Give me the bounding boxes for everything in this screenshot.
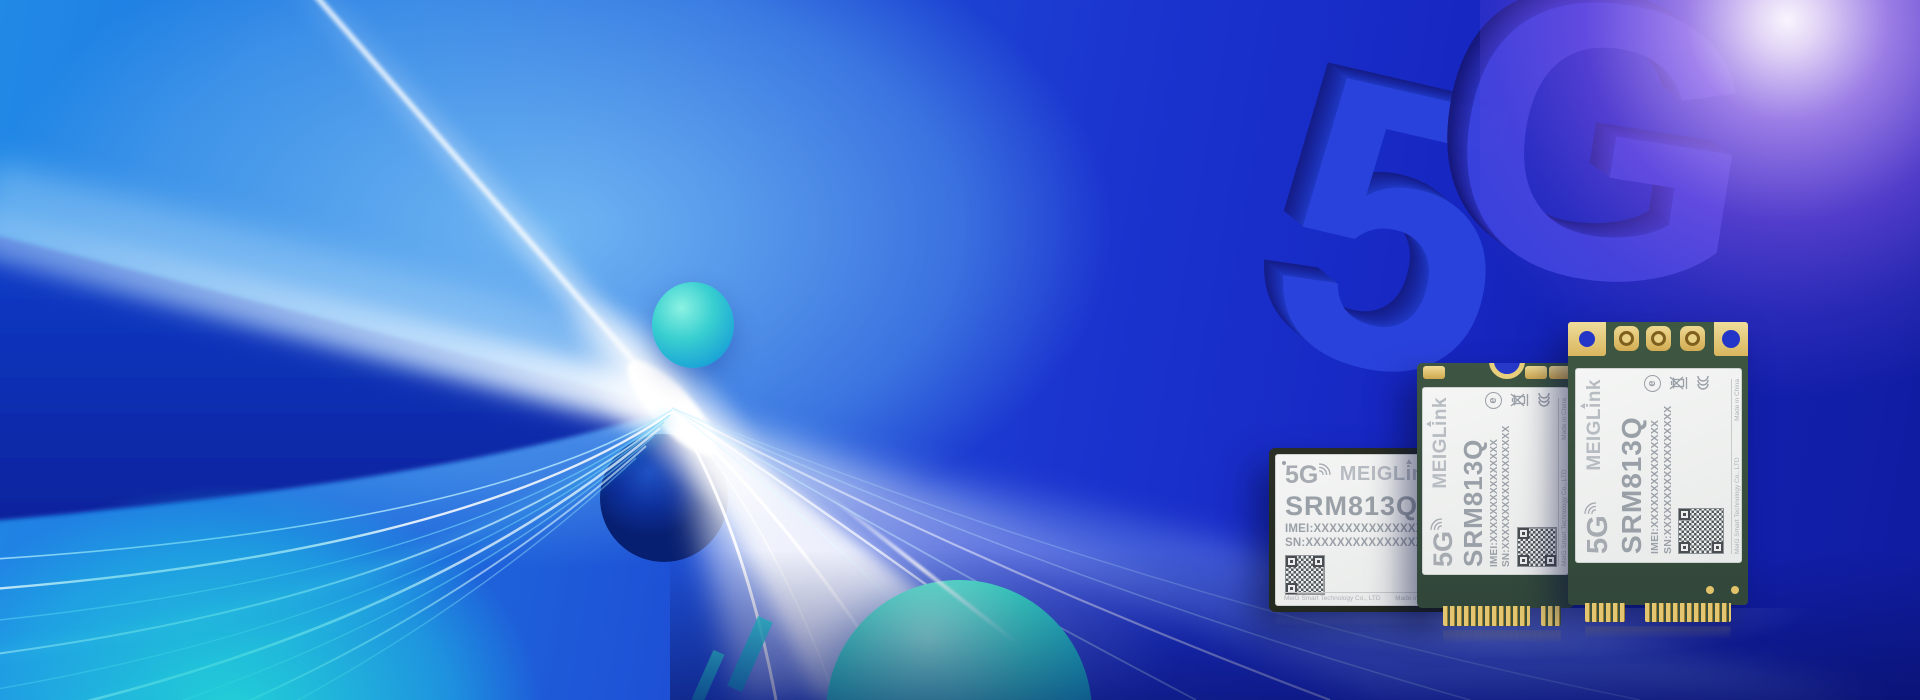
brand-logo-text: MEIGLink [1584,379,1605,471]
antenna-connector-icon [1680,326,1705,351]
5g-badge: 5G [1584,499,1613,554]
imei-line: IMEI:XXXXXXXXXXXXXXX [1489,397,1501,567]
qr-code [1678,508,1724,554]
5g-badge-text: 5G [1285,463,1318,488]
qr-finder-icon [1679,509,1690,520]
model-number: SRM813Q [1285,493,1436,520]
edge-connector [1541,606,1561,626]
edge-connector [1645,603,1731,622]
hero-banner: 5 G [0,0,1920,700]
weee-bin-icon [1510,394,1529,408]
model-number: SRM813Q [1618,379,1646,554]
5g-badge-text: 5G [1584,515,1613,554]
module-mini-pcie: 5G MEIGLink SRM813Q IMEI:XXXXXXXX [1568,322,1748,605]
company-name: MeiG Smart Technology Co., LTD [1561,469,1568,566]
sn-line: SN:XXXXXXXXXXXXXXXXXX [1285,537,1436,551]
5g-badge: 5G [1285,463,1334,488]
antenna-mark-icon [1426,421,1431,427]
qr-finder-icon [1286,556,1297,567]
qr-finder-icon [1518,555,1529,566]
signal-waves-icon [1319,460,1334,475]
5g-badge-text: 5G [1430,531,1457,567]
qr-finder-icon [1545,555,1556,566]
screw-hole-icon [1579,331,1595,347]
imei-line: IMEI:XXXXXXXXXXXXXXX [1649,379,1662,554]
certification-icons: e [1644,374,1710,393]
module-label: 5G MEIGLink SRM813Q IMEI:XXXXXXXX [1422,387,1569,575]
pin1-dot-icon [1282,461,1286,465]
made-in-label: Made in China [1734,379,1741,421]
signal-waves-icon [1427,515,1442,530]
edge-connector [1443,606,1530,626]
brand-logo: MEIGLink [1431,397,1451,489]
teal-sphere-small [652,282,734,368]
mount-pad [1714,322,1748,356]
reflection-lga [1275,614,1446,628]
screw-notch-icon [1489,363,1525,379]
brand-logo-text: MEIGLink [1430,397,1451,489]
qr-finder-icon [1313,556,1324,567]
qr-finder-icon [1679,542,1690,553]
emark-icon: e [1485,392,1502,409]
certification-icons: e [1485,391,1551,410]
qr-code [1517,527,1557,567]
model-number: SRM813Q [1460,397,1486,567]
mount-pad [1568,322,1606,356]
module-label: 5G MEIGLink SRM813Q IMEI:XXXXXXXX [1575,368,1742,563]
brand-logo: MEIGLink [1585,379,1605,471]
qr-finder-icon [1518,528,1529,539]
fiducial-dot-icon [1731,586,1739,594]
reflection-m2 [1443,630,1561,646]
qr-finder-icon [1712,542,1723,553]
made-in-label: Made in China [1561,398,1568,440]
company-name: MeiG Smart Technology Co., LTD [1734,457,1741,554]
antenna-connector-icon [1614,326,1639,351]
antenna-connector-icon [1646,326,1671,351]
cyan-corner-glow [0,420,630,700]
5g-badge: 5G [1430,515,1457,567]
edge-connector [1585,603,1625,622]
reflection-minipcie [1585,626,1731,641]
ccc-icon [1537,391,1551,410]
antenna-mark-icon [1406,459,1412,464]
antenna-mark-icon [1580,403,1585,409]
ccc-icon [1696,374,1710,393]
sn-line: SN:XXXXXXXXXXXXXXXXXX [1662,379,1675,554]
weee-bin-icon [1669,377,1688,391]
fiducial-dot-icon [1706,586,1714,594]
signal-waves-icon [1581,499,1596,514]
company-name: MeiG Smart Technology Co., LTD [1284,595,1381,602]
emark-icon: e [1644,375,1661,392]
sn-line: SN:XXXXXXXXXXXXXXXXXX [1501,397,1513,567]
imei-line: IMEI:XXXXXXXXXXXXXXX [1285,523,1436,537]
ufl-pad-icon [1525,366,1547,379]
qr-code [1285,555,1325,595]
screw-hole-icon [1722,330,1740,348]
module-m2: 5G MEIGLink SRM813Q IMEI:XXXXXXXX [1417,363,1574,608]
ufl-pad-icon [1423,366,1445,379]
